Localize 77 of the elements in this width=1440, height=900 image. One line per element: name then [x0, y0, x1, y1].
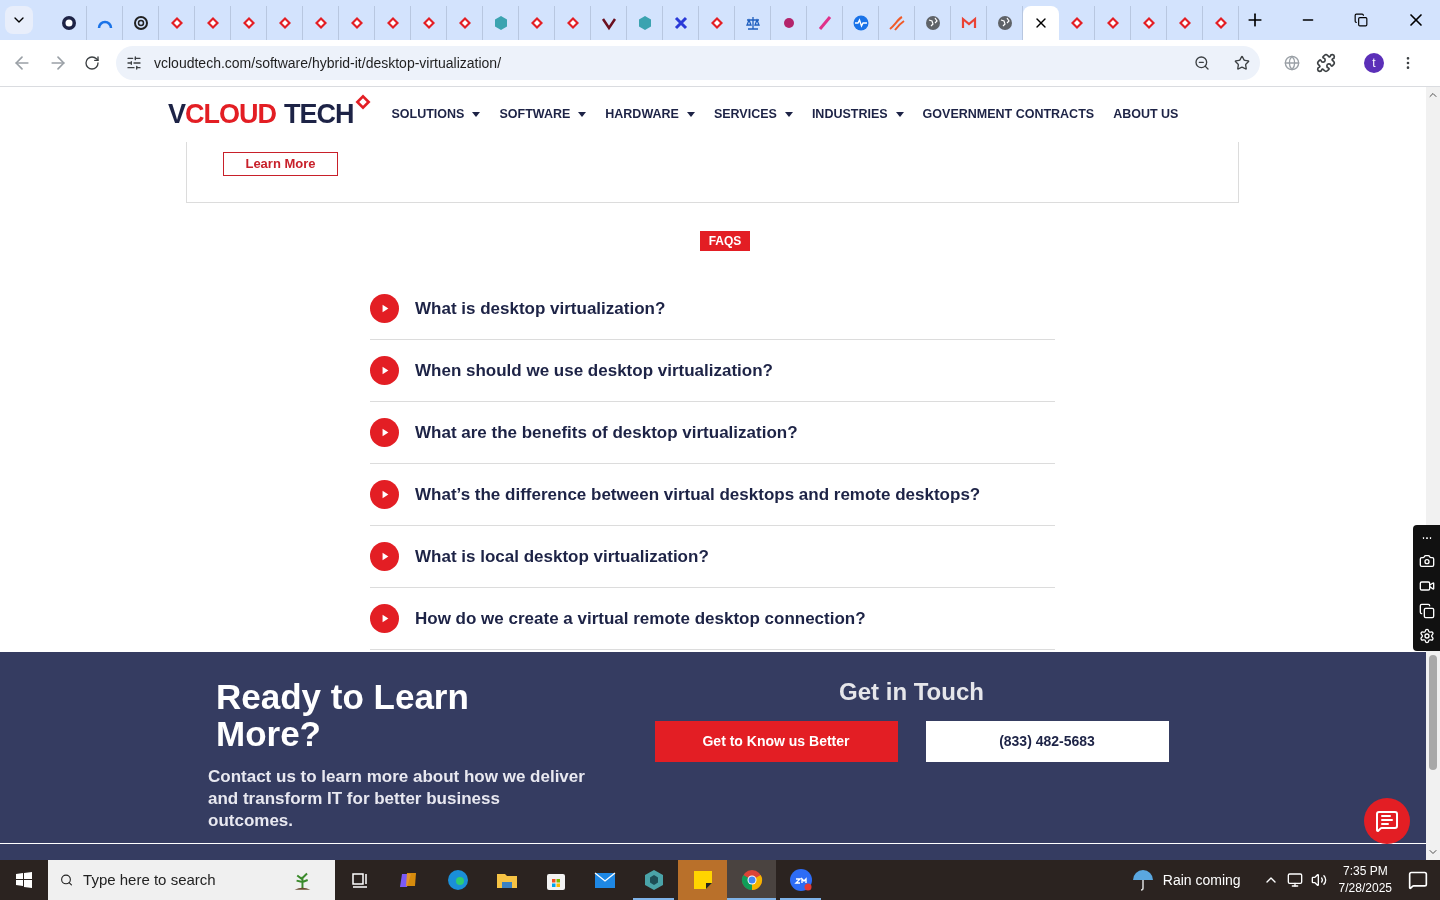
nav-link[interactable]: SOLUTIONS [391, 105, 481, 124]
globe-icon [996, 15, 1013, 31]
address-bar[interactable]: vcloudtech.com/software/hybrid-it/desktop-virtualization/ [116, 46, 1260, 80]
camera-icon[interactable] [1418, 552, 1435, 569]
windows-start-icon[interactable] [16, 872, 32, 888]
hexagon-icon [636, 15, 653, 31]
caret-icon [578, 112, 587, 117]
faq-question: How do we create a virtual remote desktop connection? [415, 607, 866, 630]
profile-avatar[interactable]: t [1364, 53, 1384, 73]
mail-logo-icon [960, 15, 977, 31]
volume-icon[interactable] [1310, 872, 1327, 888]
chat-icon [1375, 809, 1399, 833]
faq-question: What’s the difference between virtual desktops and remote desktops? [415, 483, 981, 506]
taskbar-search-box[interactable]: Type here to search [48, 860, 335, 900]
restore-icon[interactable] [1354, 13, 1368, 27]
logo-text[interactable]: TECH [284, 94, 354, 135]
cross-logo-icon [672, 15, 689, 31]
site-settings-icon[interactable] [126, 55, 142, 71]
tab-search-button[interactable] [5, 6, 33, 34]
caret-icon [784, 112, 793, 117]
feather-icon [816, 15, 833, 31]
logo-text[interactable]: V [168, 94, 185, 135]
get-to-know-button[interactable]: Get to Know us Better [654, 721, 898, 762]
wave-browser-icon [445, 868, 470, 892]
faqs-badge: FAQS [699, 231, 751, 251]
clock-time: 7:35 PM [1342, 863, 1388, 880]
circle-logo-icon [60, 15, 77, 31]
nav-link[interactable]: ABOUT US [1113, 105, 1179, 124]
faq-question: What are the benefits of desktop virtualization? [415, 421, 798, 444]
network-icon[interactable] [1286, 872, 1303, 888]
caret-icon [895, 112, 904, 117]
globe-icon[interactable] [1284, 55, 1300, 71]
faq-item[interactable]: What is local desktop virtualization? [370, 526, 1055, 588]
nav-link[interactable]: SOFTWARE [499, 105, 587, 124]
pulse-logo-icon [852, 15, 869, 31]
footer-heading: Ready to Learn More? [215, 678, 470, 752]
swirl-logo-icon [888, 15, 905, 31]
scale-icon [744, 15, 761, 31]
globe-icon [924, 15, 941, 31]
scroll-thumb[interactable] [1429, 655, 1437, 770]
faq-question: When should we use desktop virtualization? [415, 359, 773, 382]
caret-icon [686, 112, 695, 117]
nav-link[interactable]: SERVICES [713, 105, 793, 124]
nav-link[interactable]: HARDWARE [605, 105, 695, 124]
faq-question: What is desktop virtualization? [415, 297, 666, 320]
faq-item[interactable]: What is desktop virtualization? [370, 278, 1055, 340]
taskbar-search-field[interactable]: Type here to search [83, 868, 283, 892]
settings-icon[interactable] [1418, 628, 1435, 645]
faq-item[interactable]: What’s the difference between virtual desktops and remote desktops? [370, 464, 1055, 526]
extensions-icon[interactable] [1316, 53, 1336, 73]
url-text: vcloudtech.com/software/hybrid-it/desktop-virtualization/ [154, 53, 503, 73]
nav-link[interactable]: INDUSTRIES [811, 105, 904, 124]
learn-more-button[interactable]: Learn More [223, 151, 338, 176]
phone-button[interactable]: (833) 482-5683 [925, 721, 1169, 762]
clock-date: 7/28/2025 [1338, 880, 1392, 897]
zoom-icon[interactable] [1194, 55, 1210, 71]
logo-text[interactable]: CLOUD [185, 94, 276, 135]
faq-question: What is local desktop virtualization? [415, 545, 709, 568]
umbrella-icon [1130, 868, 1155, 892]
chrome-icon [739, 868, 764, 892]
contact-title: Get in Touch [839, 677, 984, 707]
reload-icon[interactable] [84, 55, 100, 71]
knot-logo-icon [132, 15, 149, 31]
clock[interactable]: 7:35 PM 7/28/2025 [1338, 863, 1392, 897]
faq-item[interactable]: How do we create a virtual remote desktop connection? [370, 588, 1055, 650]
task-view-icon [349, 870, 370, 890]
footer-text: Contact us to learn more about how we deliver and transform IT for better business outcomes. [208, 766, 586, 832]
faq-item[interactable]: When should we use desktop virtualization? [370, 340, 1055, 402]
hexagon-icon [492, 15, 509, 31]
windows-icon[interactable] [1418, 603, 1435, 620]
video-app-icon [788, 868, 813, 892]
nav-link[interactable]: GOVERNMENT CONTRACTS [922, 105, 1095, 124]
bookmark-star-icon[interactable] [1234, 55, 1250, 71]
weather-text[interactable]: Rain coming [1162, 869, 1241, 891]
faq-item[interactable]: What are the benefits of desktop virtualization? [370, 402, 1055, 464]
caret-icon [472, 112, 481, 117]
notifications-icon[interactable] [1408, 870, 1428, 890]
